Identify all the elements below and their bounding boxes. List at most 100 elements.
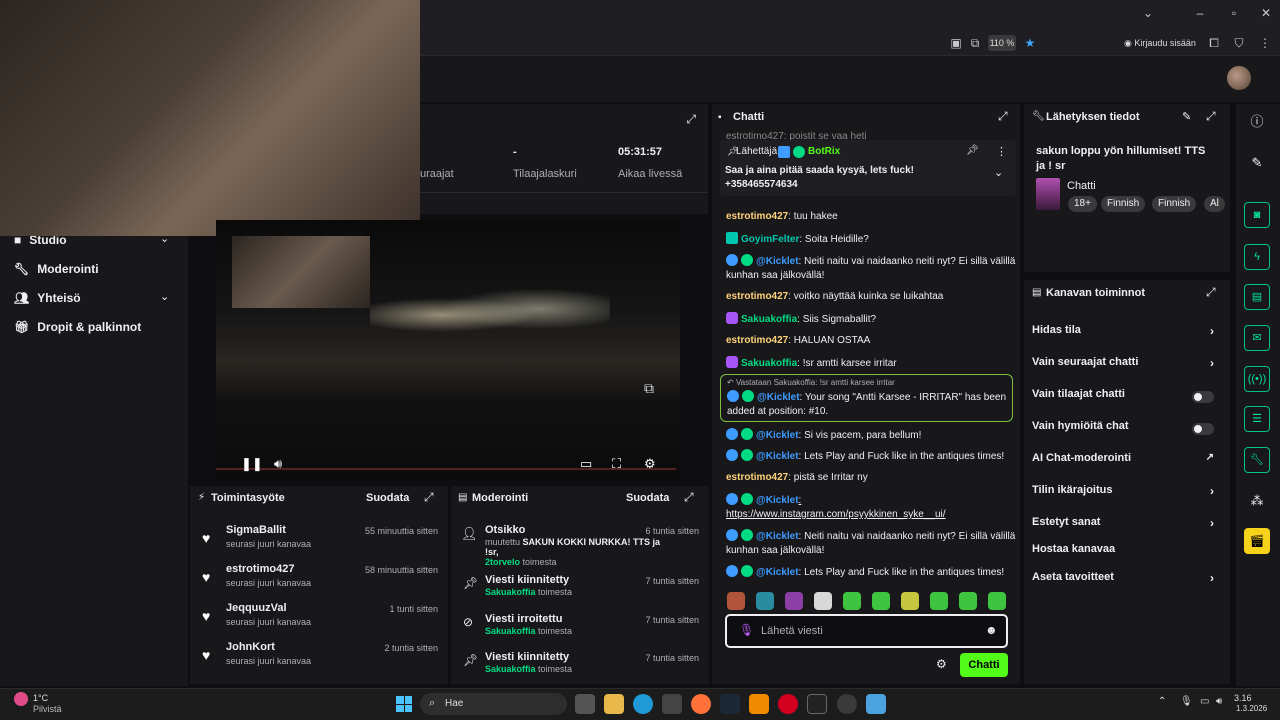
progress-bar[interactable] — [216, 468, 676, 470]
emote[interactable] — [756, 592, 774, 610]
bookmark-star-icon[interactable]: ★ — [1021, 34, 1039, 52]
more-icon[interactable]: ⋮ — [996, 145, 1007, 158]
chat-username[interactable]: @Kicklet — [756, 567, 799, 578]
maximize-icon[interactable]: ▫ — [1224, 6, 1244, 24]
pinned-sender[interactable]: BotRix — [808, 146, 840, 157]
emote[interactable] — [785, 592, 803, 610]
screenshot-icon[interactable]: ⧉ — [966, 34, 984, 52]
expand-icon[interactable]: ⤢ — [684, 490, 694, 505]
action-blocked-words[interactable]: Estetyt sanat › — [1032, 516, 1224, 534]
emote[interactable] — [930, 592, 948, 610]
follower-name[interactable]: SigmaBallit — [226, 524, 286, 536]
picture-in-picture-icon[interactable]: ▣ — [947, 34, 965, 52]
settings-icon[interactable]: ⚙ — [936, 657, 947, 671]
emote-only-toggle[interactable] — [1192, 423, 1214, 435]
clock-date[interactable]: 1.3.2026 — [1236, 704, 1267, 713]
chat-username[interactable]: Sakuakoffia — [741, 314, 797, 325]
emote[interactable] — [872, 592, 890, 610]
opera-icon[interactable] — [778, 694, 798, 714]
action-slow-mode[interactable]: Hidas tila › — [1032, 324, 1224, 342]
chat-username[interactable]: estrotimo427 — [726, 472, 788, 483]
popout-video-icon[interactable]: ⧉ — [644, 380, 654, 397]
expand-icon[interactable]: ⤢ — [424, 490, 434, 505]
action-followers-only[interactable]: Vain seuraajat chatti › — [1032, 356, 1224, 374]
emote[interactable] — [959, 592, 977, 610]
chat-input[interactable]: 🎙︎ Lähetä viesti ☻ — [725, 614, 1008, 648]
emote[interactable] — [901, 592, 919, 610]
category-name[interactable]: Chatti — [1067, 180, 1096, 192]
info-icon[interactable]: ⓘ — [1244, 109, 1270, 135]
edit-icon[interactable]: ✎ — [1182, 110, 1191, 123]
chat-username[interactable]: @Kicklet — [756, 495, 799, 506]
mod-actor[interactable]: 2torvelo — [485, 557, 520, 567]
edge-icon[interactable] — [633, 694, 653, 714]
task-view-icon[interactable] — [575, 694, 595, 714]
chat-username[interactable]: @Kicklet — [756, 430, 799, 441]
chat-username[interactable]: Sakuakoffia — [741, 358, 797, 369]
theater-icon[interactable]: ▭ — [580, 456, 592, 472]
mic-icon[interactable]: 🎙︎ — [739, 623, 754, 637]
chat-username[interactable]: @Kicklet — [756, 451, 799, 462]
signin-button[interactable]: ◉ Kirjaudu sisään — [1124, 34, 1196, 52]
tag[interactable]: 18+ — [1068, 196, 1097, 212]
tag[interactable]: Finnish — [1101, 196, 1146, 212]
follower-name[interactable]: JeqquuzVal — [226, 602, 287, 614]
apps-icon[interactable]: ⁂ — [1244, 488, 1270, 514]
expand-icon[interactable]: ⤢ — [686, 112, 696, 127]
extensions-icon[interactable]: ⧠ — [1205, 34, 1223, 52]
mod-actor[interactable]: Sakuakoffia — [485, 626, 536, 636]
weather-icon[interactable] — [14, 692, 28, 706]
store-icon[interactable] — [662, 694, 682, 714]
mod-actor[interactable]: Sakuakoffia — [485, 587, 536, 597]
broadcast-icon[interactable]: ((•)) — [1244, 366, 1270, 392]
activity-filter-button[interactable]: Suodata — [366, 492, 409, 504]
taskbar-search[interactable]: ⌕ Hae — [420, 693, 567, 715]
category-thumbnail[interactable] — [1036, 178, 1060, 210]
notepad-icon[interactable] — [866, 694, 886, 714]
chat-username[interactable]: estrotimo427 — [726, 211, 788, 222]
firefox-icon[interactable] — [691, 694, 711, 714]
action-set-goals[interactable]: Aseta tavoitteet › — [1032, 571, 1224, 589]
vlc-icon[interactable] — [749, 694, 769, 714]
chat-username[interactable]: estrotimo427 — [726, 335, 788, 346]
zoom-level[interactable]: 110 % — [988, 35, 1016, 51]
avatar[interactable] — [1227, 66, 1251, 90]
camera-icon[interactable]: ◙ — [1244, 202, 1270, 228]
emoji-icon[interactable]: ☻ — [985, 623, 998, 637]
lightning-icon[interactable]: ϟ — [1244, 244, 1270, 270]
chat-username[interactable]: @Kicklet — [756, 256, 799, 267]
expand-icon[interactable]: ⤢ — [1206, 109, 1216, 124]
chat-username[interactable]: estrotimo427 — [726, 291, 788, 302]
network-icon[interactable]: ▭ — [1200, 696, 1209, 707]
follower-name[interactable]: estrotimo427 — [226, 563, 294, 575]
pinned-message[interactable]: 📌︎ Lähettäjä BotRix 📌︎ ⋮ Saa ja aina pit… — [720, 140, 1016, 196]
shield-icon[interactable]: ⛉ — [1230, 34, 1248, 52]
emote[interactable] — [843, 592, 861, 610]
emote[interactable] — [988, 592, 1006, 610]
follower-name[interactable]: JohnKort — [226, 641, 275, 653]
list-icon[interactable]: ☰ — [1244, 406, 1270, 432]
pencil-icon[interactable]: ✎ — [1244, 150, 1270, 176]
clock-time[interactable]: 3.16 — [1234, 693, 1252, 703]
chat-bubble-icon[interactable]: ✉ — [1244, 325, 1270, 351]
menu-icon[interactable]: ⋮ — [1256, 34, 1274, 52]
document-icon[interactable]: ▤ — [1244, 284, 1270, 310]
chevron-down-icon[interactable]: ⌄ — [160, 290, 169, 303]
volume-icon[interactable]: 🔊︎ — [1216, 696, 1222, 707]
nav-item-community[interactable]: 👥︎ Yhteisö — [14, 288, 81, 308]
volume-icon[interactable]: 🔊︎ — [274, 456, 282, 472]
wrench-icon[interactable]: 🔧︎ — [1244, 447, 1270, 473]
emote[interactable] — [727, 592, 745, 610]
tab-dropdown-icon[interactable]: ⌄ — [1138, 6, 1158, 24]
action-host-channel[interactable]: Hostaa kanavaa — [1032, 543, 1224, 561]
tag[interactable]: Finnish — [1152, 196, 1197, 212]
weather-temp[interactable]: 1°C — [33, 693, 48, 703]
start-button[interactable] — [396, 696, 412, 712]
mic-icon[interactable]: 🎙︎ — [1180, 696, 1193, 707]
chevron-up-icon[interactable]: ⌃ — [1158, 696, 1166, 707]
close-icon[interactable]: ✕ — [1256, 6, 1276, 24]
chat-username[interactable]: @Kicklet — [757, 392, 800, 403]
subs-only-toggle[interactable] — [1192, 391, 1214, 403]
clapperboard-icon[interactable]: 🎬︎ — [1244, 528, 1270, 554]
settings-icon[interactable]: ⚙ — [644, 456, 656, 472]
